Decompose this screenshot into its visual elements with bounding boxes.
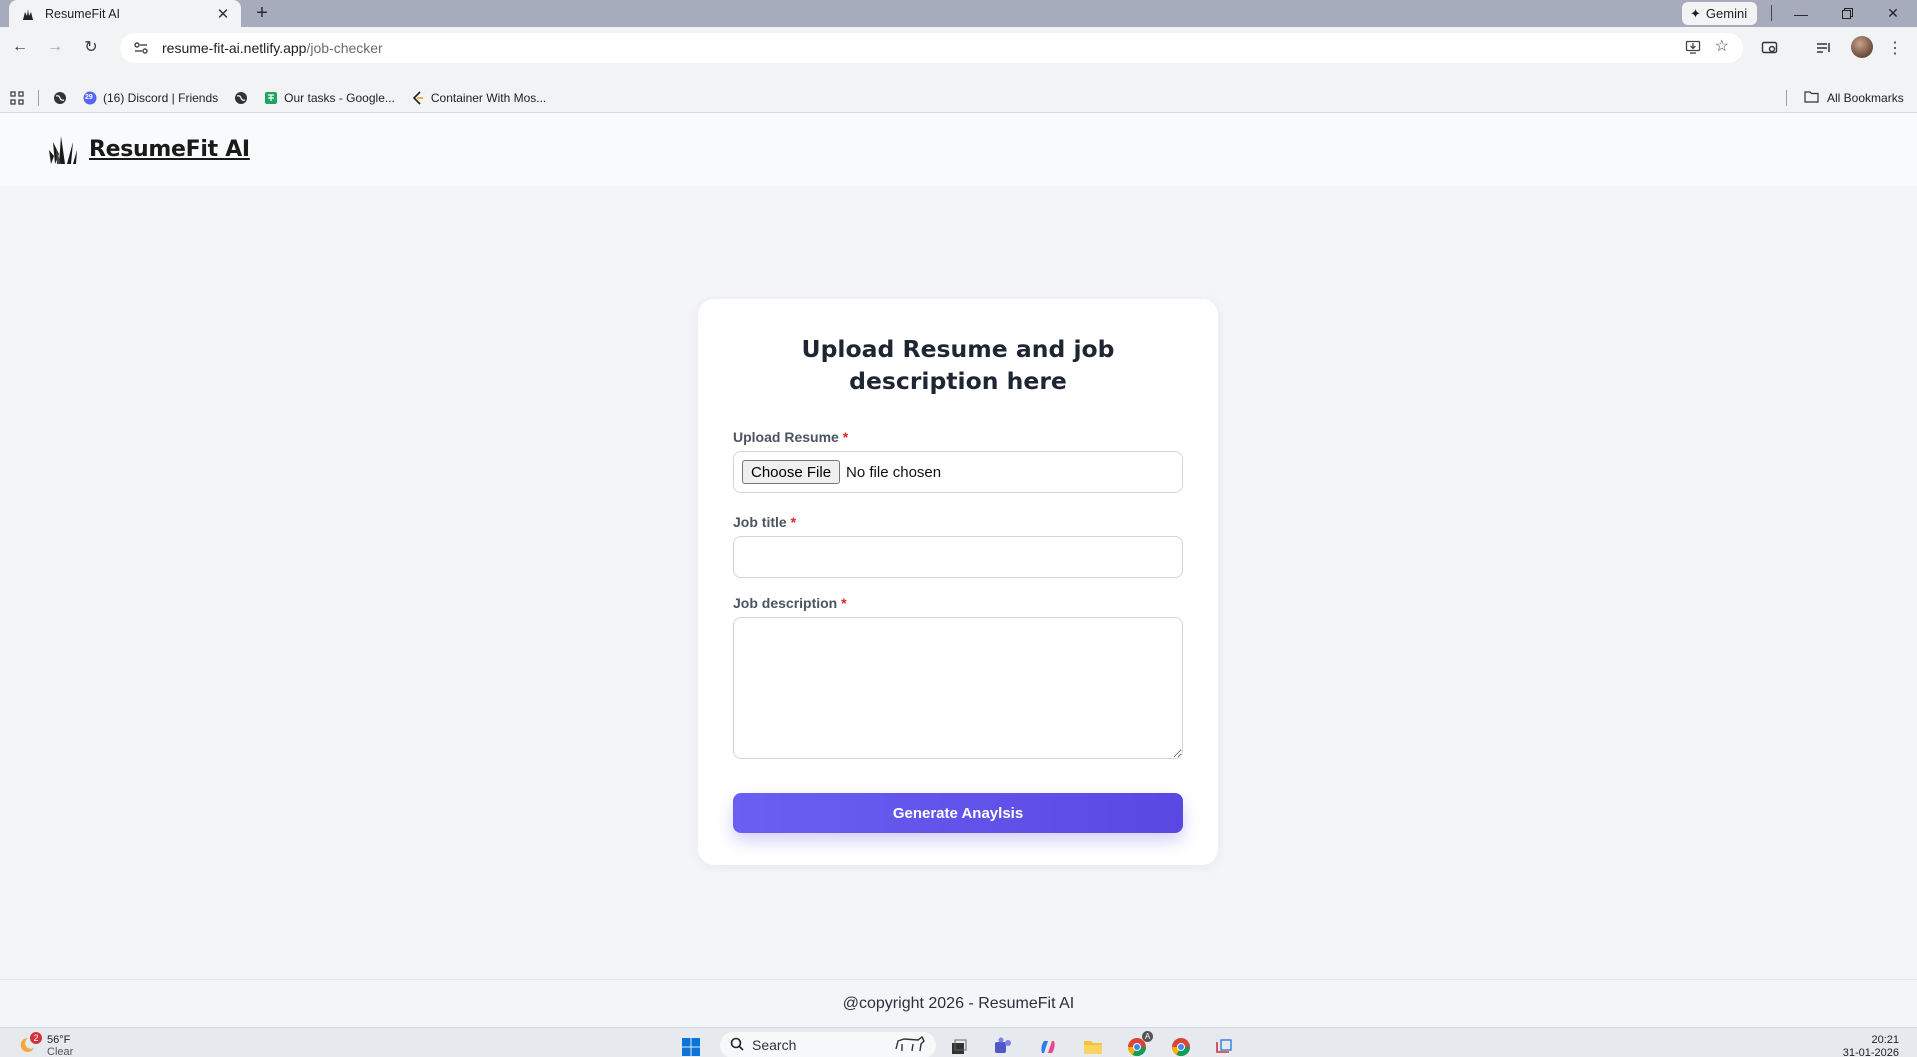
taskbar-search[interactable]: Search [720,1032,936,1057]
discord-badge: 29 [85,93,93,101]
gemini-button[interactable]: ✦ Gemini [1682,2,1758,25]
globe-icon [234,91,248,105]
job-description-field: Job description * [733,595,1183,759]
job-title-label-text: Job title [733,514,787,530]
required-marker: * [841,595,847,611]
chrome-icon[interactable] [1170,1036,1192,1057]
choose-file-button[interactable]: Choose File [742,460,841,484]
job-description-label: Job description * [733,595,1183,611]
resume-label: Upload Resume * [733,429,1183,445]
site-header: ResumeFit AI [0,113,1917,186]
restore-icon[interactable] [1824,0,1870,27]
logo-icon [48,134,78,166]
reload-icon[interactable]: ↻ [81,37,101,57]
gemini-sparkle-icon: ✦ [1690,5,1701,21]
job-title-field: Job title * [733,514,1183,578]
copilot-icon[interactable] [1037,1036,1059,1057]
weather-badge: 2 [30,1032,42,1044]
media-controls-icon[interactable] [1814,38,1834,58]
task-view-icon[interactable] [948,1036,970,1057]
form-title: Upload Resume and job description here [801,335,1115,395]
teams-icon[interactable] [992,1036,1014,1057]
resume-label-text: Upload Resume [733,429,839,445]
browser-tab-active[interactable]: ResumeFit AI ✕ [9,0,241,27]
minimize-icon[interactable]: — [1778,0,1824,27]
site-footer: @copyright 2026 - ResumeFit AI [0,979,1917,1027]
required-marker: * [842,429,849,445]
generate-analysis-button[interactable]: Generate Anaylsis [733,793,1183,833]
back-icon[interactable]: ← [10,37,30,57]
bookmark-globe-2[interactable] [234,91,248,105]
divider [38,89,39,106]
tab-close-icon[interactable]: ✕ [215,5,231,23]
new-tab-icon[interactable]: + [250,1,274,25]
address-bar[interactable]: resume-fit-ai.netlify.app /job-checker ☆ [120,33,1743,63]
divider [1771,5,1772,21]
window-close-icon[interactable]: ✕ [1870,0,1916,27]
bookmark-label: (16) Discord | Friends [103,90,219,105]
url-host: resume-fit-ai.netlify.app [162,40,307,56]
required-marker: * [790,514,797,530]
windows-taskbar: 2 56°F Clear Search A 20:21 31-01-2026 [0,1027,1917,1057]
leetcode-icon [411,90,425,105]
bookmarks-bar: 29 (16) Discord | Friends Our tasks - Go… [0,83,1917,113]
folder-icon [1804,90,1819,106]
apps-grid-icon[interactable] [10,90,24,105]
resume-file-input[interactable]: Choose File No file chosen [733,451,1183,493]
forward-icon[interactable]: → [45,37,65,57]
file-explorer-icon[interactable] [1082,1036,1104,1057]
copyright-text: @copyright 2026 - ResumeFit AI [842,994,1075,1012]
job-title-input[interactable] [733,536,1183,578]
install-app-icon[interactable] [1685,39,1701,60]
job-title-label: Job title * [733,514,1183,530]
profile-avatar[interactable] [1851,36,1873,58]
url-path: /job-checker [306,40,383,56]
zebra-search-highlight-icon [892,1035,926,1056]
sheets-icon [264,91,278,105]
bookmark-globe[interactable] [53,91,67,105]
kebab-menu-icon[interactable]: ⋮ [1885,38,1905,58]
bookmark-star-icon[interactable]: ☆ [1715,39,1729,60]
search-placeholder: Search [752,1037,797,1053]
weather-condition: Clear [47,1046,74,1057]
job-description-label-text: Job description [733,595,838,611]
divider [1786,90,1787,106]
search-icon [730,1037,744,1054]
job-description-textarea[interactable] [733,617,1183,759]
discord-icon: 29 [83,91,97,105]
weather-moon-icon: 2 [20,1032,42,1054]
all-bookmarks-label: All Bookmarks [1827,91,1904,105]
no-file-text: No file chosen [846,463,942,481]
weather-temp: 56°F [47,1034,71,1046]
chrome-badge: A [1142,1031,1153,1042]
chrome-profile-icon[interactable]: A [1126,1031,1153,1057]
bookmark-container-with-most[interactable]: Container With Mos... [411,91,546,105]
globe-icon [53,91,67,105]
tab-title: ResumeFit AI [45,6,121,21]
site-info-icon[interactable] [132,39,150,57]
bookmark-label: Container With Mos... [430,90,547,105]
gemini-label: Gemini [1705,6,1748,21]
windows-start-icon[interactable] [680,1036,702,1057]
resumefit-favicon-icon [21,7,35,21]
browser-toolbar: ← → ↻ resume-fit-ai.netlify.app /job-che… [0,27,1917,83]
page: ResumeFit AI Upload Resume and job descr… [0,113,1917,1027]
weather-text: 56°F Clear [47,1034,73,1057]
bookmark-discord[interactable]: 29 (16) Discord | Friends [83,91,218,105]
weather-widget[interactable]: 2 56°F Clear [20,1032,73,1057]
tab-search-icon[interactable] [1760,38,1780,58]
clock-date: 31-01-2026 [1842,1047,1899,1057]
logo-link[interactable]: ResumeFit AI [89,137,250,162]
system-clock[interactable]: 20:21 31-01-2026 [1843,1034,1899,1057]
bookmark-label: Our tasks - Google... [284,90,395,105]
tab-strip: ResumeFit AI ✕ + ✦ Gemini — ✕ [0,0,1917,27]
bookmark-our-tasks[interactable]: Our tasks - Google... [264,91,395,105]
resume-field: Upload Resume * Choose File No file chos… [733,429,1183,493]
all-bookmarks-button[interactable]: All Bookmarks [1804,90,1904,106]
upload-form-card: Upload Resume and job description here U… [698,299,1218,865]
clock-time: 20:21 [1871,1034,1899,1046]
snipping-tool-icon[interactable] [1213,1036,1235,1057]
